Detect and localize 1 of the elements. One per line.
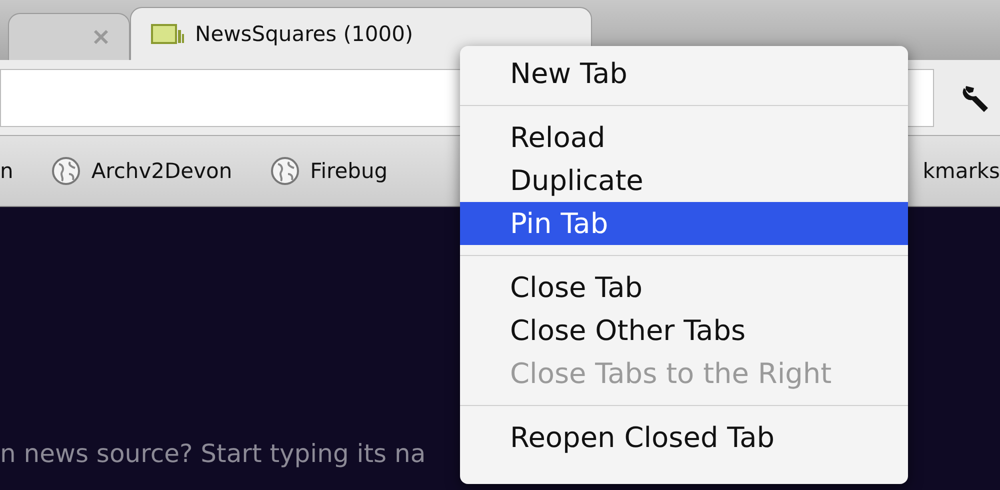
prompt-text: n news source? Start typing its na: [0, 439, 426, 468]
